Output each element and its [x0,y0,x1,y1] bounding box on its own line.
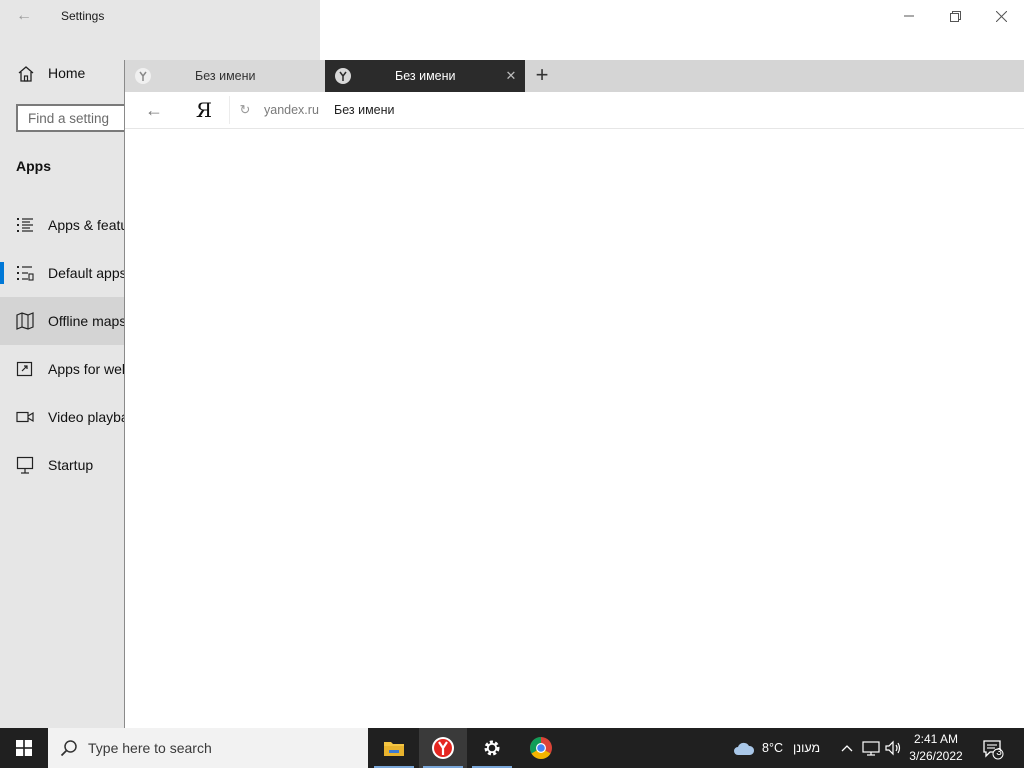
clock-date[interactable]: 3/26/2022 [906,749,966,763]
close-icon [995,10,1007,22]
section-title: Apps [16,158,51,174]
tab-inactive[interactable]: Без имени [125,60,325,92]
taskbar: Type here to search 8°C מעונן 2:41 AM 3/… [0,728,1024,768]
home-icon [18,66,34,82]
map-icon [16,312,34,330]
windows-logo-icon [16,740,32,756]
video-icon [16,411,34,423]
tab-title: Без имени [195,69,256,83]
weather-temp: 8°C [762,741,783,755]
minimize-icon [904,15,914,17]
file-explorer-icon [384,742,404,756]
network-icon[interactable] [861,738,881,758]
address-host: yandex.ru [264,103,319,117]
close-tab-icon[interactable]: ✕ [503,68,519,84]
tab-strip: Без имени Без имени ✕ + [125,60,1024,92]
search-placeholder: Type here to search [88,740,212,756]
show-hidden-icons-chevron-up-icon[interactable] [837,738,857,758]
clock-time[interactable]: 2:41 AM [906,732,966,746]
start-button[interactable] [0,728,48,768]
notification-count-badge: 3 [996,747,1002,758]
yandex-favicon-icon [335,68,351,84]
taskbar-yandex-browser[interactable] [419,728,467,768]
selection-indicator [0,262,4,284]
yandex-favicon-icon [135,68,151,84]
taskbar-file-explorer[interactable] [370,728,418,768]
yandex-browser-window: Без имени Без имени ✕ + ← Я ↻ yandex.ru … [124,60,1024,728]
weather-description: מעונן [793,741,821,755]
tab-active[interactable]: Без имени ✕ [325,60,525,92]
restore-icon [949,10,961,22]
startup-icon [16,456,34,474]
address-bar[interactable]: ↻ yandex.ru Без имени [229,96,1024,124]
settings-gear-icon [484,740,500,756]
weather-cloud-icon[interactable] [733,738,755,758]
back-arrow-icon[interactable]: ← [143,99,165,121]
settings-titlebar: ← Settings [0,0,1024,32]
nav-item-label: Offline maps [48,313,127,329]
yandex-logo-button[interactable]: Я [195,98,213,122]
chrome-icon [530,737,552,759]
default-apps-icon [17,266,34,281]
back-arrow-icon[interactable]: ← [14,6,34,26]
volume-icon[interactable] [884,738,904,758]
taskbar-search-box[interactable]: Type here to search [48,728,368,768]
home-label: Home [48,65,86,81]
nav-item-label: Startup [48,457,94,473]
notification-center-icon[interactable]: 3 [981,737,1005,761]
taskbar-settings[interactable] [468,728,516,768]
browser-toolbar: ← Я ↻ yandex.ru Без имени [125,92,1024,129]
tab-title: Без имени [395,69,456,83]
yandex-browser-icon [432,737,454,759]
close-window-button[interactable] [978,0,1024,32]
settings-title: Settings [61,9,105,23]
list-icon [17,218,33,232]
reload-icon[interactable]: ↻ [237,102,253,118]
link-window-icon [16,361,33,377]
minimize-button[interactable] [886,0,932,32]
new-tab-button[interactable]: + [530,64,554,88]
find-setting-placeholder: Find a setting [28,111,110,126]
taskbar-chrome[interactable] [517,728,565,768]
address-page-title: Без имени [334,103,395,117]
search-icon [60,740,77,757]
restore-button[interactable] [932,0,978,32]
nav-item-label: Default apps [48,265,127,281]
